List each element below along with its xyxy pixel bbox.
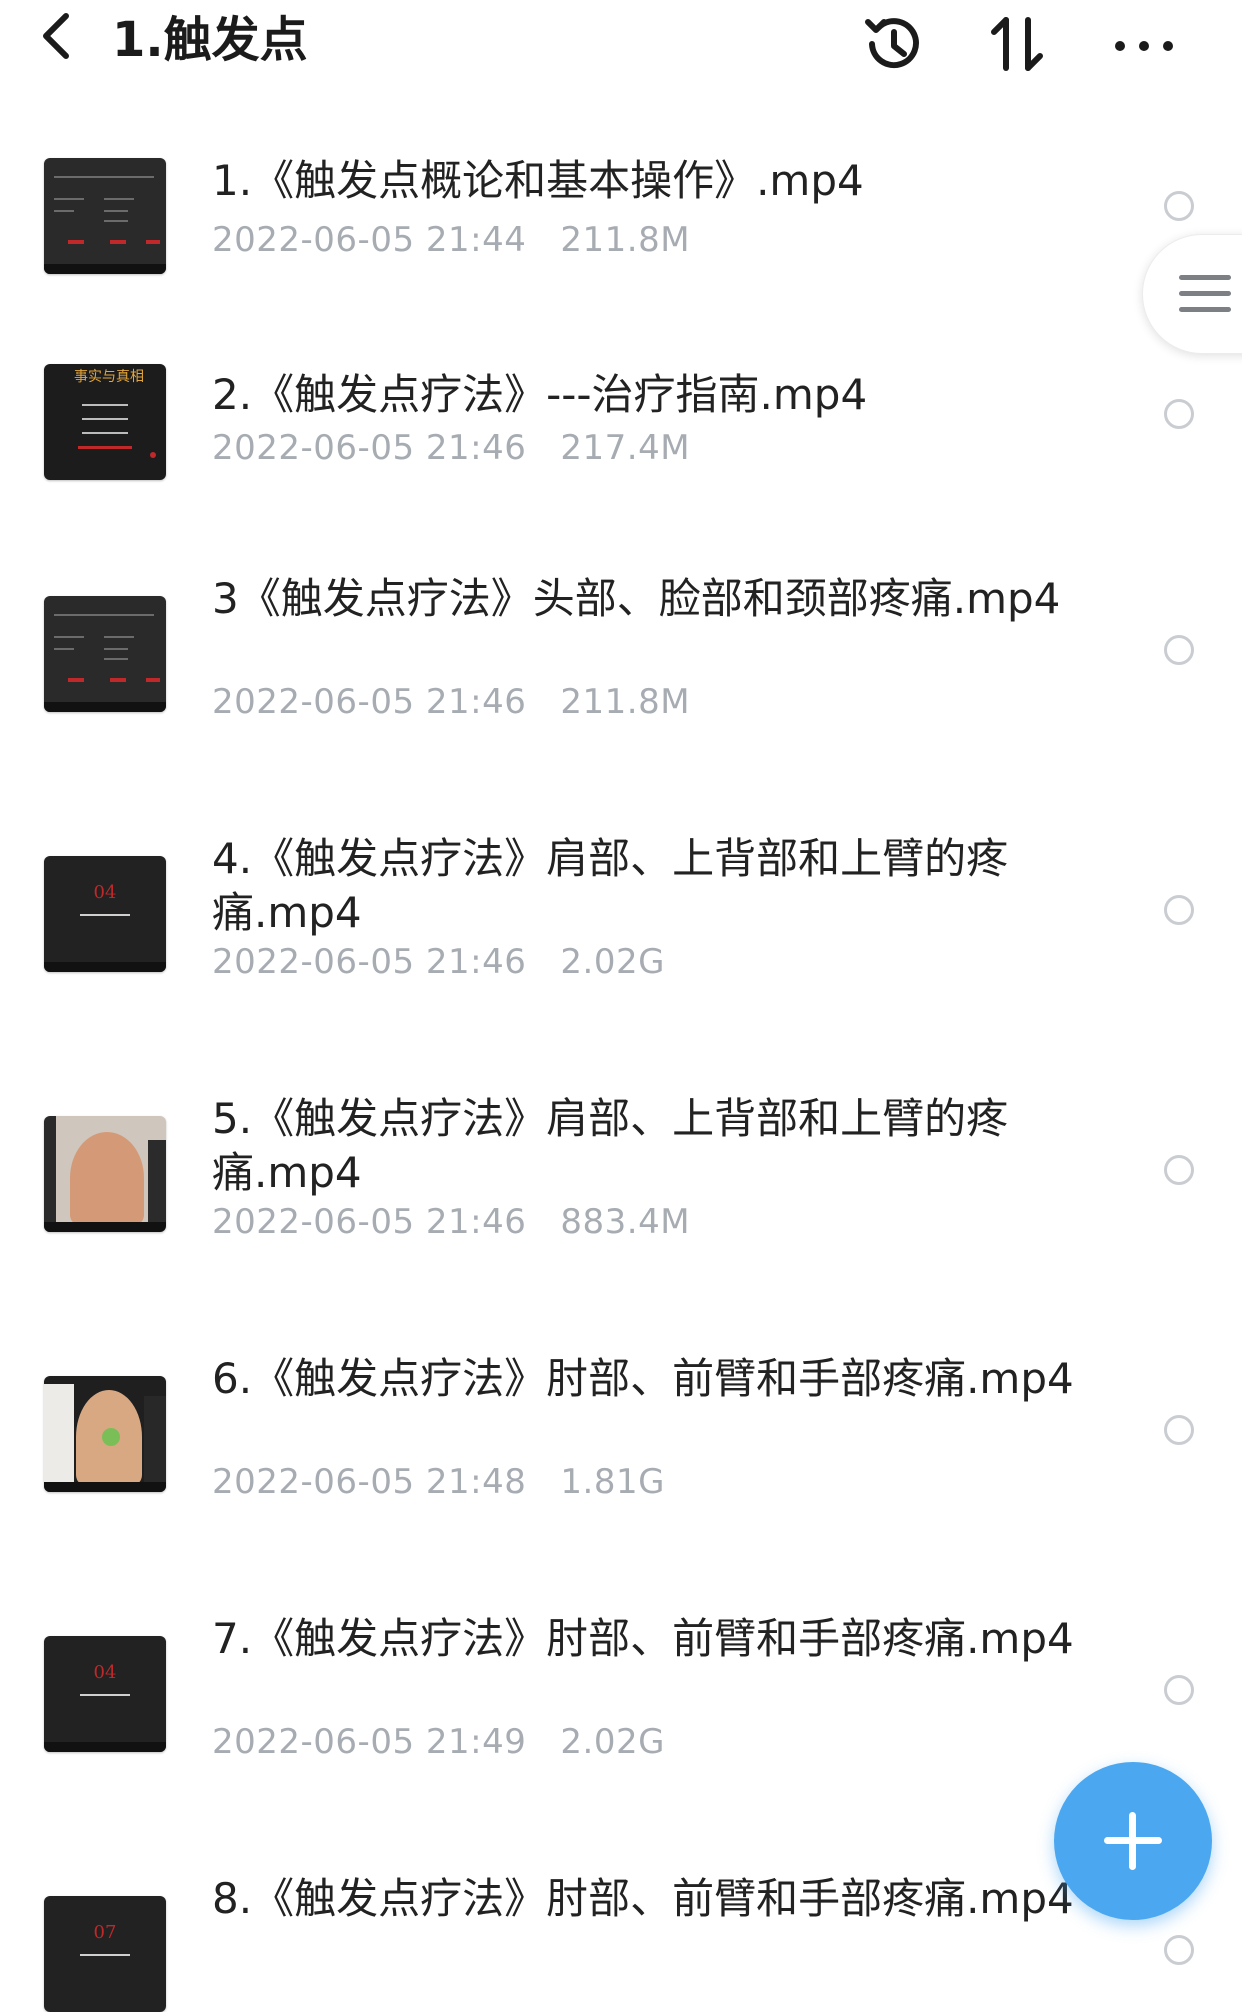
- file-meta: 2022-06-05 21:48 1.81G: [212, 1460, 665, 1504]
- video-thumbnail: [44, 1376, 166, 1492]
- sort-arrows-icon: [991, 17, 1043, 71]
- chevron-left-icon: [43, 13, 69, 59]
- select-radio[interactable]: [1164, 1675, 1194, 1705]
- file-name: 4.《触发点疗法》肩部、上背部和上臂的疼痛.mp4: [212, 834, 1009, 937]
- file-name: 8.《触发点疗法》肘部、前臂和手部疼痛.mp4: [212, 1874, 1074, 1923]
- file-date: 2022-06-05 21:44: [212, 220, 527, 260]
- page-title: 1.触发点: [112, 12, 308, 68]
- file-name: 5.《触发点疗法》肩部、上背部和上臂的疼痛.mp4: [212, 1094, 1009, 1197]
- history-clock-icon: [865, 18, 919, 69]
- file-meta: 2022-06-05 21:46 211.8M: [212, 680, 690, 724]
- thumb-label: 07: [93, 1922, 117, 1943]
- file-size: 211.8M: [560, 220, 691, 260]
- video-thumbnail: 04: [44, 1636, 166, 1752]
- file-size: 2.02G: [560, 942, 665, 982]
- thumb-label: 04: [93, 882, 117, 903]
- file-name: 1.《触发点概论和基本操作》.mp4: [212, 156, 864, 205]
- more-dots-icon: [1115, 41, 1173, 51]
- file-date: 2022-06-05 21:46: [212, 428, 527, 468]
- add-button[interactable]: [1054, 1762, 1212, 1920]
- select-radio[interactable]: [1164, 191, 1194, 221]
- file-name: 3《触发点疗法》头部、脸部和颈部疼痛.mp4: [212, 574, 1061, 623]
- file-date: 2022-06-05 21:48: [212, 1462, 527, 1502]
- sort-button[interactable]: [982, 8, 1054, 80]
- video-thumbnail: [44, 596, 166, 712]
- thumb-label: 事实与真相: [74, 369, 144, 385]
- select-radio[interactable]: [1164, 635, 1194, 665]
- thumb-label: 04: [93, 1662, 117, 1683]
- file-date: 2022-06-05 21:46: [212, 942, 527, 982]
- side-menu-button[interactable]: [1142, 234, 1242, 354]
- file-meta: 2022-06-05 21:46 217.4M: [212, 426, 690, 470]
- video-thumbnail: [44, 158, 166, 274]
- file-size: 1.81G: [560, 1462, 665, 1502]
- select-radio[interactable]: [1164, 895, 1194, 925]
- file-name: 2.《触发点疗法》---治疗指南.mp4: [212, 370, 868, 419]
- select-radio[interactable]: [1164, 1155, 1194, 1185]
- video-thumbnail: 04: [44, 856, 166, 972]
- file-name: 6.《触发点疗法》肘部、前臂和手部疼痛.mp4: [212, 1354, 1074, 1403]
- file-size: 2.02G: [560, 1722, 665, 1762]
- video-thumbnail: 07: [44, 1896, 166, 2012]
- video-thumbnail: [44, 1116, 166, 1232]
- file-size: 883.4M: [560, 1202, 691, 1242]
- select-radio[interactable]: [1164, 1935, 1194, 1965]
- video-thumbnail: 事实与真相: [44, 364, 166, 480]
- select-radio[interactable]: [1164, 1415, 1194, 1445]
- back-button[interactable]: [36, 6, 84, 66]
- file-date: 2022-06-05 21:46: [212, 682, 527, 722]
- file-name: 7.《触发点疗法》肘部、前臂和手部疼痛.mp4: [212, 1614, 1074, 1663]
- file-date: 2022-06-05 21:46: [212, 1202, 527, 1242]
- more-button[interactable]: [1108, 8, 1180, 80]
- file-size: 217.4M: [560, 428, 691, 468]
- file-size: 211.8M: [560, 682, 691, 722]
- file-meta: 2022-06-05 21:46 883.4M: [212, 1200, 690, 1244]
- file-meta: 2022-06-05 21:44 211.8M: [212, 218, 690, 262]
- file-meta: 2022-06-05 21:49 2.02G: [212, 1720, 665, 1764]
- history-button[interactable]: [858, 8, 930, 80]
- header-bar: 1.触发点: [0, 0, 1242, 90]
- select-radio[interactable]: [1164, 399, 1194, 429]
- file-meta: 2022-06-05 21:46 2.02G: [212, 940, 665, 984]
- file-date: 2022-06-05 21:49: [212, 1722, 527, 1762]
